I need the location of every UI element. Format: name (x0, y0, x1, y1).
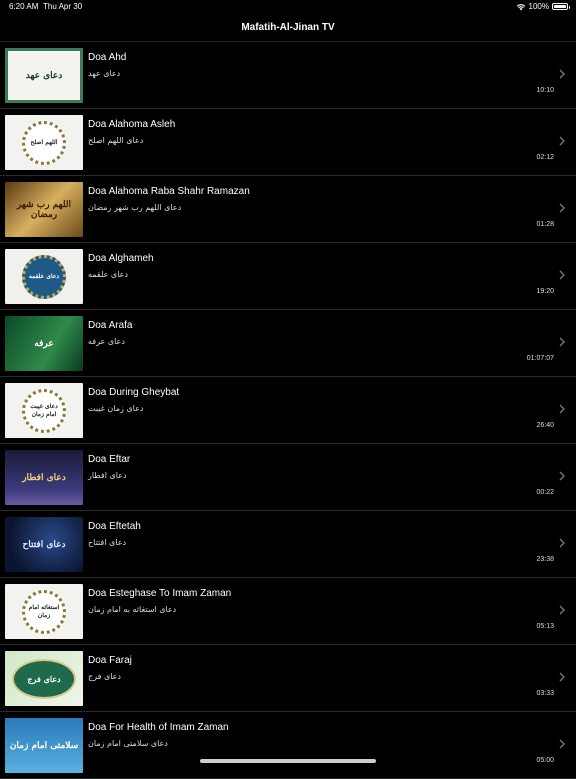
chevron-right-icon (559, 203, 565, 213)
thumbnail-caption: اللهم اصلح (30, 138, 58, 146)
video-thumbnail[interactable]: اللهم رب شهر رمضان (5, 182, 83, 237)
video-thumbnail[interactable]: عرفه (5, 316, 83, 371)
chevron-right-icon (559, 404, 565, 414)
item-duration: 19:20 (536, 288, 554, 295)
thumbnail-caption: سلامتی امام زمان (9, 740, 79, 751)
wifi-icon (516, 3, 525, 10)
item-subtitle: دعای علقمه (88, 270, 128, 279)
item-duration: 23:38 (536, 556, 554, 563)
status-right: 100% (516, 2, 570, 11)
item-subtitle: دعای عهد (88, 69, 121, 78)
video-thumbnail[interactable]: سلامتی امام زمان (5, 718, 83, 773)
battery-icon (552, 3, 570, 10)
nav-bar: Mafatih-Al-Jinan TV (0, 14, 576, 42)
thumbnail-medallion: دعای علقمه (22, 254, 66, 299)
video-thumbnail[interactable]: دعای غیبت امام زمان (5, 383, 83, 438)
item-duration: 00:22 (536, 489, 554, 496)
item-title: Doa Alahoma Asleh (88, 119, 176, 130)
thumbnail-caption: دعای عهد (25, 70, 63, 81)
status-date: Thu Apr 30 (43, 2, 83, 11)
item-title: Doa Arafa (88, 320, 133, 331)
item-duration: 05:00 (536, 757, 554, 764)
chevron-right-icon (559, 605, 565, 615)
item-title: Doa Eftar (88, 454, 131, 465)
thumbnail-medallion: استغاثه امام زمان (22, 589, 66, 634)
chevron-right-icon (559, 136, 565, 146)
item-duration: 05:13 (536, 623, 554, 630)
status-bar: 6:20 AM Thu Apr 30 100% (0, 0, 576, 14)
chevron-right-icon (559, 471, 565, 481)
video-thumbnail[interactable]: دعای افطار (5, 450, 83, 505)
item-title: Doa Esteghase To Imam Zaman (88, 588, 232, 599)
video-thumbnail[interactable]: دعای علقمه (5, 249, 83, 304)
item-duration: 01:28 (536, 221, 554, 228)
list-item[interactable]: استغاثه امام زمان Doa Esteghase To Imam Z… (0, 578, 576, 645)
item-subtitle: دعای سلامتی امام زمان (88, 739, 168, 748)
item-title: Doa Ahd (88, 52, 127, 63)
item-title: Doa During Gheybat (88, 387, 180, 398)
item-duration: 01:07:07 (526, 355, 554, 362)
list-item[interactable]: دعای غیبت امام زمان Doa During Gheybat دعا… (0, 377, 576, 444)
page-title: Mafatih-Al-Jinan TV (241, 22, 335, 33)
chevron-right-icon (559, 538, 565, 548)
item-title: Doa Alahoma Raba Shahr Ramazan (88, 186, 250, 197)
item-title: Doa Alghameh (88, 253, 154, 264)
list-item[interactable]: دعای افطار Doa Eftar دعای افطار 00:22 (0, 444, 576, 511)
item-subtitle: دعای افطار (88, 471, 127, 480)
list-item[interactable]: دعای علقمه Doa Alghameh دعای علقمه 19:20 (0, 243, 576, 310)
status-time: 6:20 AM (9, 2, 39, 11)
list-item[interactable]: سلامتی امام زمان Doa For Health of Imam Z… (0, 712, 576, 779)
thumbnail-caption: دعای افطار (22, 472, 66, 483)
item-duration: 10:10 (536, 87, 554, 94)
item-title: Doa For Health of Imam Zaman (88, 722, 229, 733)
battery-percent: 100% (528, 2, 549, 11)
home-indicator[interactable] (200, 759, 376, 763)
video-list: دعای عهد Doa Ahd دعای عهد 10:10 اللهم اصلح Do… (0, 42, 576, 779)
video-thumbnail[interactable]: استغاثه امام زمان (5, 584, 83, 639)
item-title: Doa Eftetah (88, 521, 141, 532)
chevron-right-icon (559, 739, 565, 749)
list-item[interactable]: دعای فرج Doa Faraj دعای فرج 03:33 (0, 645, 576, 712)
thumbnail-caption: دعای فرج (27, 673, 61, 684)
video-thumbnail[interactable]: اللهم اصلح (5, 115, 83, 170)
thumbnail-oval: دعای فرج (12, 658, 76, 699)
thumbnail-caption: دعای غیبت امام زمان (30, 402, 58, 418)
item-subtitle: دعای استغاثه به امام زمان (88, 605, 177, 614)
thumbnail-medallion: اللهم اصلح (22, 120, 66, 165)
chevron-right-icon (559, 69, 565, 79)
item-duration: 03:33 (536, 690, 554, 697)
item-subtitle: دعای عرفه (88, 337, 125, 346)
list-item[interactable]: عرفه Doa Arafa دعای عرفه 01:07:07 (0, 310, 576, 377)
thumbnail-caption: استغاثه امام زمان (28, 603, 60, 619)
chevron-right-icon (559, 672, 565, 682)
item-subtitle: دعای اللهم رب شهر رمضان (88, 203, 182, 212)
item-subtitle: دعای اللهم اصلح (88, 136, 144, 145)
item-duration: 26:40 (536, 422, 554, 429)
thumbnail-caption: دعای علقمه (28, 272, 60, 280)
item-subtitle: دعای زمان غیبت (88, 404, 144, 413)
chevron-right-icon (559, 337, 565, 347)
thumbnail-caption: عرفه (34, 338, 54, 349)
video-thumbnail[interactable]: دعای افتتاح (5, 517, 83, 572)
item-duration: 02:12 (536, 154, 554, 161)
video-thumbnail[interactable]: دعای فرج (5, 651, 83, 706)
list-item[interactable]: اللهم رب شهر رمضان Doa Alahoma Raba Shahr… (0, 176, 576, 243)
list-item[interactable]: اللهم اصلح Doa Alahoma Asleh دعای اللهم اص… (0, 109, 576, 176)
list-item[interactable]: دعای افتتاح Doa Eftetah دعای افتتاح 23:38 (0, 511, 576, 578)
chevron-right-icon (559, 270, 565, 280)
thumbnail-caption: اللهم رب شهر رمضان (16, 199, 72, 220)
thumbnail-medallion: دعای غیبت امام زمان (22, 388, 66, 433)
list-item[interactable]: دعای عهد Doa Ahd دعای عهد 10:10 (0, 42, 576, 109)
video-thumbnail[interactable]: دعای عهد (5, 48, 83, 103)
item-subtitle: دعای فرج (88, 672, 121, 681)
item-title: Doa Faraj (88, 655, 132, 666)
item-subtitle: دعای افتتاح (88, 538, 127, 547)
thumbnail-caption: دعای افتتاح (22, 539, 66, 550)
